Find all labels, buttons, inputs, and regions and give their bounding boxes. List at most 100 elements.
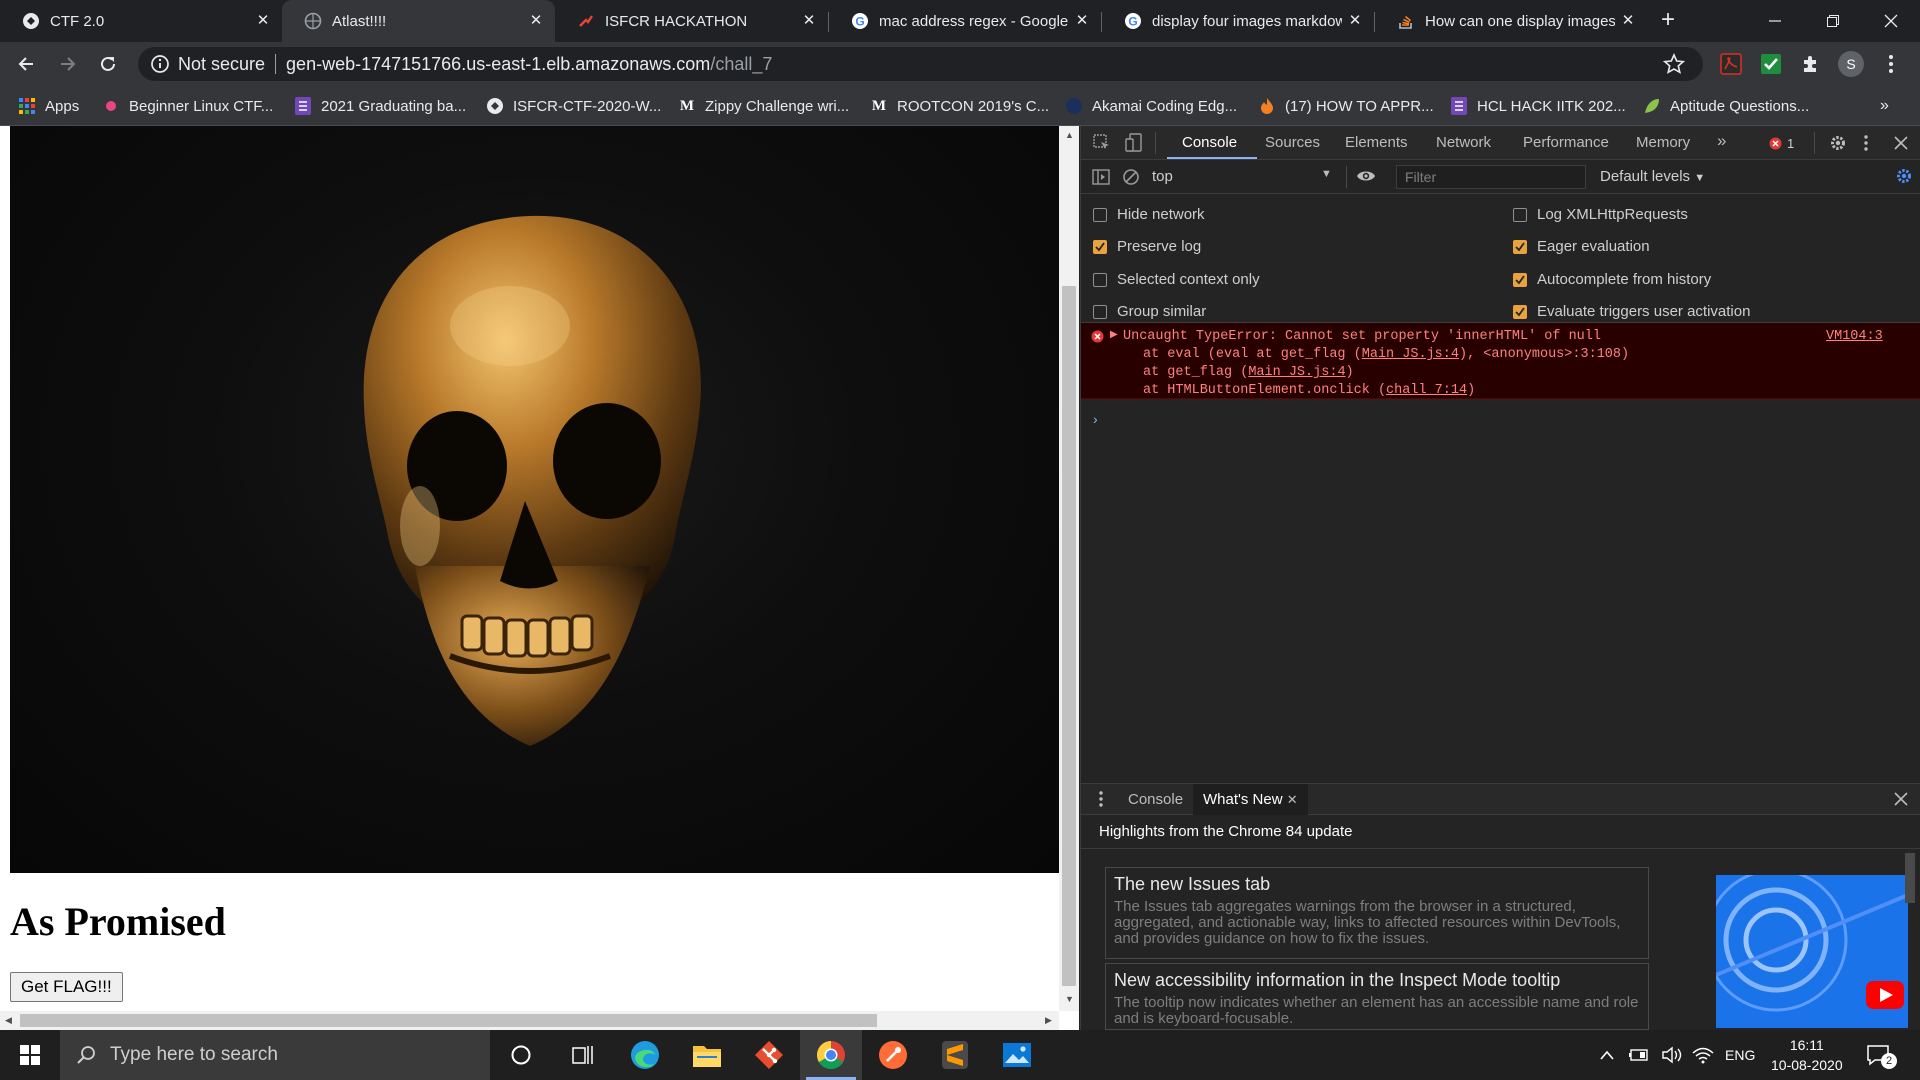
console-settings-gear-icon[interactable]: [1895, 167, 1913, 185]
context-selector[interactable]: top: [1152, 168, 1173, 185]
checkbox[interactable]: [1513, 239, 1527, 254]
windows-start-icon[interactable]: [0, 1030, 60, 1080]
reload-button[interactable]: [94, 50, 122, 78]
close-icon[interactable]: ✕: [1073, 12, 1091, 30]
close-window-button[interactable]: [1862, 0, 1920, 42]
shield-extension-icon[interactable]: [1758, 51, 1784, 77]
stack-link[interactable]: Main_JS.js:4: [1362, 347, 1459, 362]
checkbox[interactable]: [1513, 207, 1527, 222]
horizontal-scroll-thumb[interactable]: [20, 1014, 877, 1027]
checkbox[interactable]: [1093, 272, 1107, 287]
selected-context-checkbox[interactable]: Selected context only: [1093, 271, 1260, 288]
taskbar-search-box[interactable]: Type here to search: [60, 1030, 490, 1080]
drawer-tab-console[interactable]: Console: [1128, 791, 1183, 808]
volume-icon[interactable]: [1661, 1030, 1683, 1080]
checkbox[interactable]: [1093, 239, 1107, 254]
battery-icon[interactable]: [1628, 1030, 1650, 1080]
minimize-button[interactable]: [1746, 0, 1804, 42]
stack-link[interactable]: Main_JS.js:4: [1248, 365, 1345, 380]
eye-icon[interactable]: [1356, 169, 1376, 183]
checkbox[interactable]: [1513, 272, 1527, 287]
close-icon[interactable]: ✕: [254, 12, 272, 30]
drawer-scrollbar[interactable]: [1905, 853, 1915, 903]
sidebar-toggle-icon[interactable]: [1092, 168, 1110, 186]
show-hidden-icons[interactable]: [1600, 1030, 1614, 1080]
restore-button[interactable]: [1804, 0, 1862, 42]
bookmark-rootcon[interactable]: M ROOTCON 2019's C...: [870, 94, 1049, 118]
bookmark-apps[interactable]: Apps: [18, 94, 79, 118]
error-source-link[interactable]: VM104:3: [1826, 329, 1883, 344]
device-toolbar-icon[interactable]: [1125, 133, 1145, 153]
console-filter-input[interactable]: Filter: [1396, 165, 1586, 189]
scroll-up-icon[interactable]: ▲: [1065, 130, 1074, 140]
group-similar-checkbox[interactable]: Group similar: [1093, 303, 1206, 320]
close-drawer-icon[interactable]: [1894, 792, 1908, 806]
bookmark-graduating[interactable]: 2021 Graduating ba...: [294, 94, 466, 118]
close-icon[interactable]: ✕: [527, 12, 545, 30]
tab-ctf[interactable]: CTF 2.0 ✕: [0, 0, 282, 42]
forward-button[interactable]: [54, 50, 82, 78]
whats-new-card-issues[interactable]: The new Issues tab The Issues tab aggreg…: [1105, 867, 1649, 959]
drawer-menu-icon[interactable]: [1099, 791, 1103, 807]
bookmark-beginner-linux[interactable]: Beginner Linux CTF...: [102, 94, 273, 118]
inspect-element-icon[interactable]: [1093, 134, 1111, 152]
devtools-tab-memory[interactable]: Memory: [1636, 134, 1690, 151]
scroll-left-icon[interactable]: ◀: [5, 1015, 12, 1026]
devtools-tab-performance[interactable]: Performance: [1523, 134, 1609, 151]
clear-console-icon[interactable]: [1122, 168, 1140, 186]
tab-isfcr[interactable]: ISFCR HACKATHON ✕: [555, 0, 828, 42]
new-tab-button[interactable]: +: [1655, 8, 1681, 34]
devtools-tab-network[interactable]: Network: [1436, 134, 1491, 151]
settings-gear-icon[interactable]: [1829, 134, 1847, 152]
postman-icon[interactable]: [862, 1030, 924, 1080]
checkbox[interactable]: [1093, 304, 1107, 319]
chrome-icon[interactable]: [800, 1030, 862, 1080]
preserve-log-checkbox[interactable]: Preserve log: [1093, 238, 1201, 255]
profile-avatar[interactable]: S: [1838, 51, 1864, 77]
tab-atlast[interactable]: Atlast!!!! ✕: [282, 0, 555, 42]
devtools-menu-icon[interactable]: [1864, 135, 1868, 151]
hide-network-checkbox[interactable]: Hide network: [1093, 206, 1205, 223]
notifications-icon[interactable]: 2: [1866, 1030, 1897, 1080]
checkbox[interactable]: [1093, 207, 1107, 222]
not-secure-label[interactable]: Not secure: [178, 54, 265, 75]
bookmark-how-to[interactable]: (17) HOW TO APPR...: [1258, 94, 1434, 118]
bookmark-hcl-hack[interactable]: HCL HACK IITK 202...: [1450, 94, 1626, 118]
task-view-icon[interactable]: [552, 1030, 614, 1080]
evaluate-triggers-checkbox[interactable]: Evaluate triggers user activation: [1513, 303, 1750, 320]
get-flag-button[interactable]: Get FLAG!!!: [10, 972, 123, 1002]
sublime-text-icon[interactable]: [924, 1030, 986, 1080]
close-icon[interactable]: ✕: [800, 12, 818, 30]
cortana-icon[interactable]: [490, 1030, 552, 1080]
console-input[interactable]: [1111, 406, 1901, 766]
horizontal-scrollbar[interactable]: ◀ ▶: [0, 1011, 1059, 1030]
devtools-tab-elements[interactable]: Elements: [1345, 134, 1408, 151]
tab-mac-regex[interactable]: G mac address regex - Google ✕: [829, 0, 1101, 42]
more-tabs-icon[interactable]: »: [1717, 131, 1726, 151]
back-button[interactable]: [12, 50, 40, 78]
bookmark-akamai[interactable]: Akamai Coding Edg...: [1065, 94, 1237, 118]
tab-markdown[interactable]: G display four images markdow ✕: [1102, 0, 1374, 42]
whats-new-card-accessibility[interactable]: New accessibility information in the Ins…: [1105, 963, 1649, 1030]
more-bookmarks-icon[interactable]: »: [1880, 94, 1889, 118]
log-xhr-checkbox[interactable]: Log XMLHttpRequests: [1513, 206, 1688, 223]
autocomplete-checkbox[interactable]: Autocomplete from history: [1513, 271, 1711, 288]
close-devtools-icon[interactable]: [1894, 136, 1908, 150]
drawer-tab-whats-new[interactable]: What's New ✕: [1193, 784, 1308, 815]
clock[interactable]: 16:11 10-08-2020: [1771, 1030, 1843, 1080]
devtools-tab-sources[interactable]: Sources: [1265, 134, 1320, 151]
close-icon[interactable]: ✕: [1346, 12, 1364, 30]
close-icon[interactable]: ✕: [1619, 12, 1637, 30]
address-bar[interactable]: Not secure gen-web-1747151766.us-east-1.…: [138, 47, 1703, 81]
git-icon[interactable]: [738, 1030, 800, 1080]
kebab-menu-icon[interactable]: [1878, 51, 1904, 77]
info-icon[interactable]: [150, 54, 170, 74]
checkbox[interactable]: [1513, 304, 1527, 319]
bookmark-aptitude[interactable]: Aptitude Questions...: [1643, 94, 1809, 118]
scroll-down-icon[interactable]: ▼: [1065, 994, 1074, 1004]
bookmark-zippy[interactable]: M Zippy Challenge wri...: [678, 94, 849, 118]
chrome-update-video-thumbnail[interactable]: [1716, 875, 1908, 1028]
devtools-tab-console[interactable]: Console: [1182, 134, 1237, 151]
tab-stackoverflow[interactable]: How can one display images ✕: [1375, 0, 1647, 42]
language-indicator[interactable]: ENG: [1725, 1030, 1755, 1080]
